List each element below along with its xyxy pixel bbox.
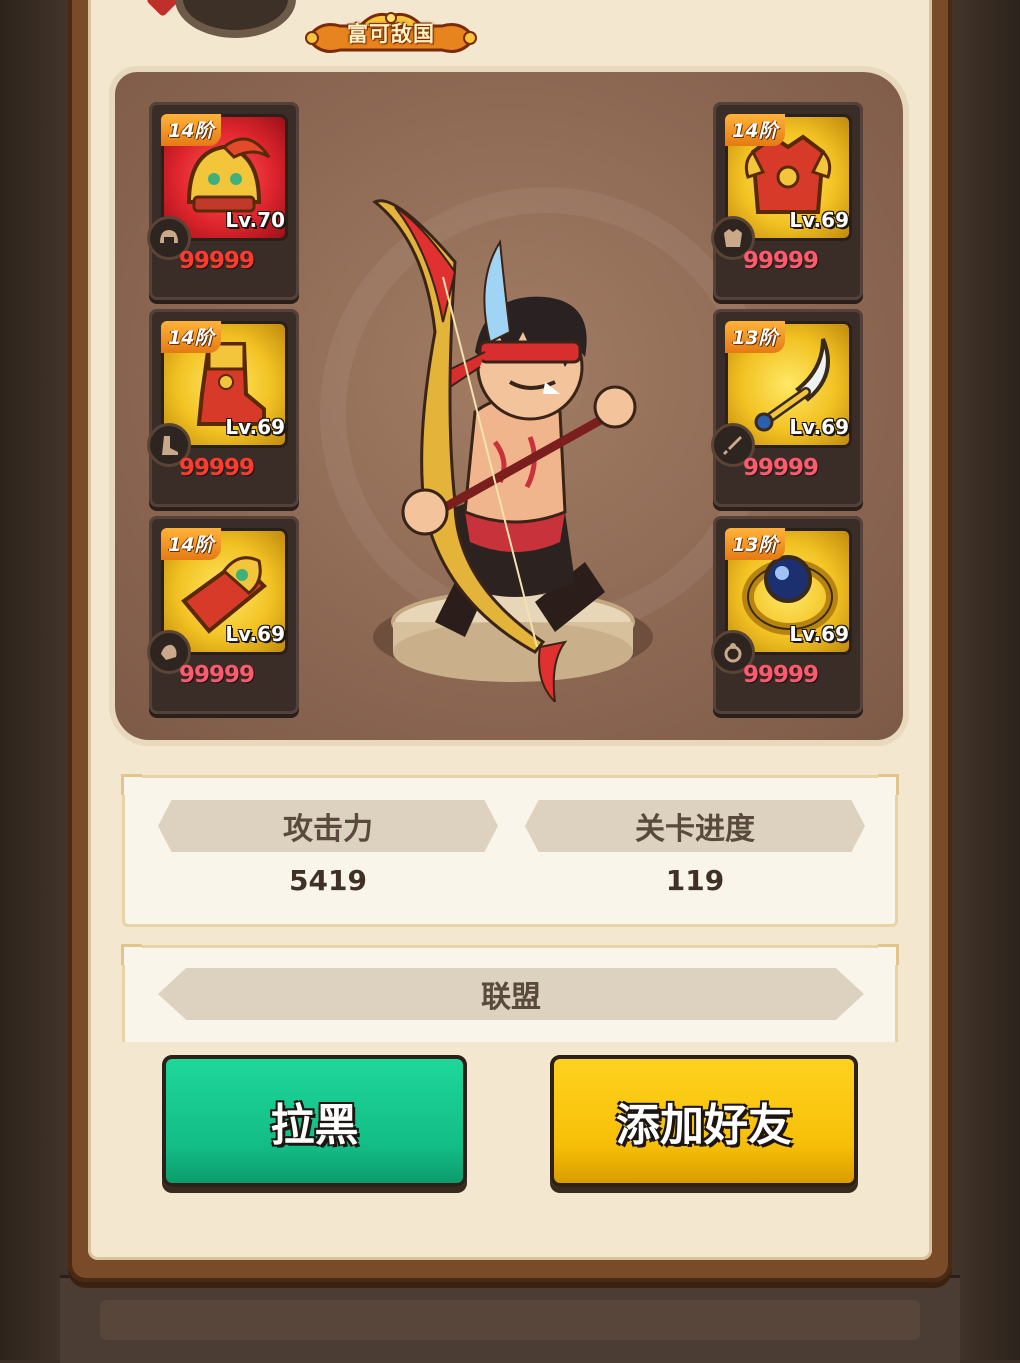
equipment-slot-boots[interactable]: 14阶 Lv.69 99999 — [147, 309, 299, 507]
equipment-slot-helmet[interactable]: 14阶 Lv.70 99999 — [147, 102, 299, 300]
tier-badge: 14阶 — [725, 114, 786, 146]
attack-value: 5419 — [289, 864, 367, 897]
star-rating: 99999 — [743, 248, 819, 274]
star-rating: 99999 — [179, 662, 255, 688]
equipment-level: Lv.69 — [225, 415, 285, 439]
equipment-level: Lv.69 — [225, 622, 285, 646]
star-rating: 99999 — [179, 248, 255, 274]
tier-badge: 14阶 — [161, 528, 222, 560]
tier-badge: 14阶 — [161, 321, 222, 353]
equipment-level: Lv.70 — [225, 208, 285, 232]
background-list-behind — [60, 1275, 960, 1363]
add-friend-button[interactable]: 添加好友 — [550, 1055, 858, 1187]
player-title-badge: 富可敌国 — [300, 8, 482, 58]
star-rating: 99999 — [743, 662, 819, 688]
background-list-row — [100, 1300, 920, 1340]
equipment-slot-ring[interactable]: 13阶 Lv.69 99999 — [711, 516, 863, 714]
equipment-slot-weapon[interactable]: 13阶 Lv.69 99999 — [711, 309, 863, 507]
stats-panel: 攻击力 5419 关卡进度 119 — [121, 774, 899, 927]
attack-label: 攻击力 — [158, 800, 498, 852]
equipment-level: Lv.69 — [789, 622, 849, 646]
alliance-label: 联盟 — [158, 968, 864, 1020]
equipment-slot-armor[interactable]: 14阶 Lv.69 99999 — [711, 102, 863, 300]
scroll-clip — [92, 1042, 928, 1056]
tier-badge: 13阶 — [725, 528, 786, 560]
equipment-level: Lv.69 — [789, 208, 849, 232]
stage-progress-value: 119 — [665, 864, 725, 897]
hero-archer-figure — [372, 199, 653, 702]
equipment-level: Lv.69 — [789, 415, 849, 439]
alliance-panel: 联盟 — [121, 944, 899, 1055]
block-button[interactable]: 拉黑 — [162, 1055, 467, 1187]
tier-badge: 14阶 — [161, 114, 222, 146]
tier-badge: 13阶 — [725, 321, 786, 353]
stage-progress-label: 关卡进度 — [525, 800, 865, 852]
player-title-text: 富可敌国 — [347, 22, 435, 46]
star-rating: 99999 — [179, 455, 255, 481]
character-showcase: 14阶 Lv.70 99999 14阶 Lv.69 99999 14阶 Lv.6… — [115, 72, 903, 740]
star-rating: 99999 — [743, 455, 819, 481]
equipment-slot-bracer[interactable]: 14阶 Lv.69 99999 — [147, 516, 299, 714]
